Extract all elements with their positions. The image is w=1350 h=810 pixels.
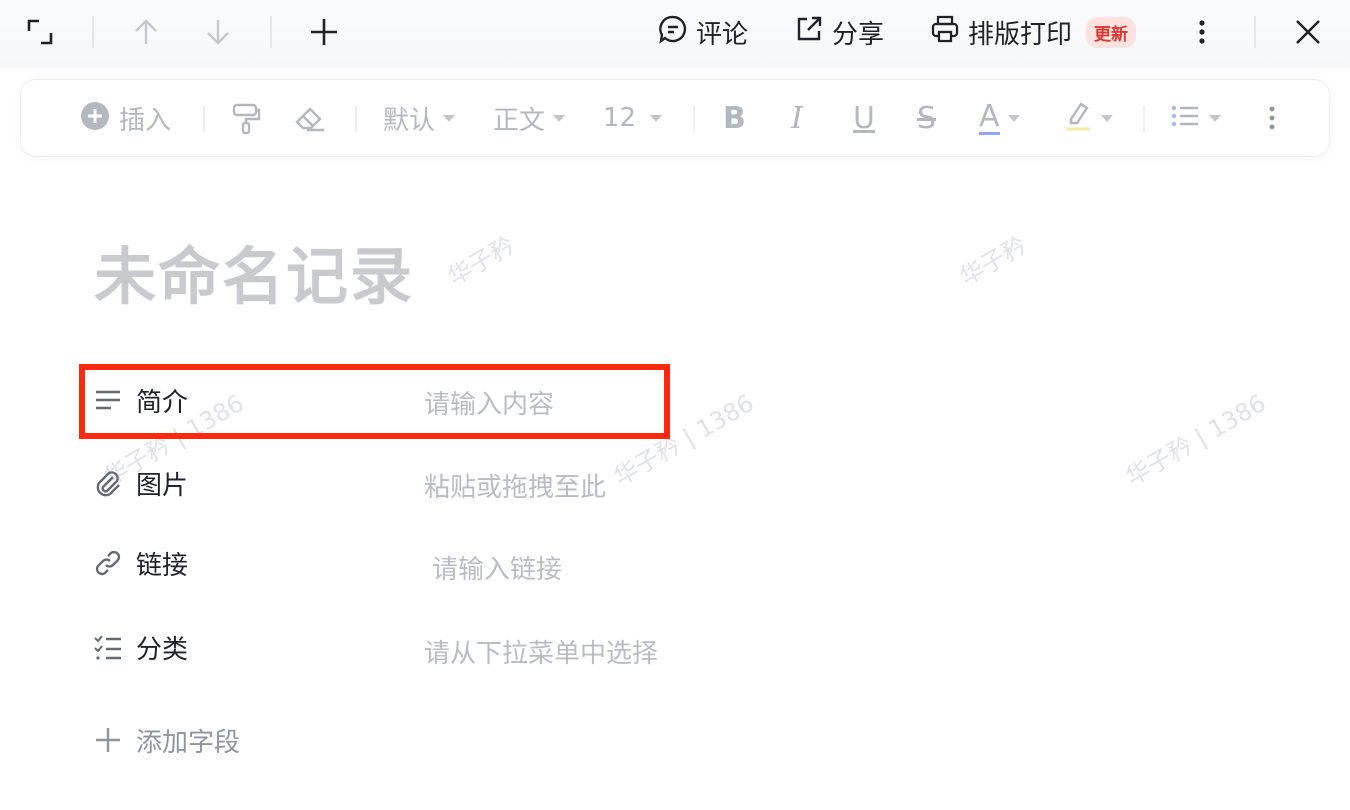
insert-button[interactable]: 插入 — [79, 98, 171, 138]
underline-icon: U — [853, 100, 875, 136]
style-select[interactable]: 默认 — [383, 98, 456, 138]
printer-icon — [930, 14, 960, 51]
image-drop-zone[interactable]: 粘贴或拖拽至此 — [424, 467, 606, 504]
add-field-button[interactable]: 添加字段 — [92, 718, 240, 762]
update-badge: 更新 — [1086, 16, 1137, 48]
strikethrough-icon: S — [917, 100, 937, 136]
eraser-icon[interactable] — [293, 98, 327, 138]
comment-icon — [658, 14, 688, 51]
comment-label: 评论 — [696, 19, 749, 50]
highlighter-icon — [1063, 99, 1093, 137]
watermark: 华子矜 | 1386 — [1121, 388, 1271, 492]
style-value: 默认 — [383, 105, 436, 136]
chevron-down-icon — [650, 114, 663, 122]
link-icon — [92, 547, 124, 579]
format-painter-icon[interactable] — [229, 98, 263, 138]
italic-button[interactable]: I — [791, 98, 803, 138]
field-label: 链接 — [136, 550, 189, 581]
print-layout-button[interactable]: 排版打印 更新 — [930, 14, 1137, 51]
more-options-icon[interactable] — [1257, 98, 1287, 138]
arrow-up-icon[interactable] — [128, 14, 164, 50]
bold-button[interactable]: B — [723, 98, 746, 138]
top-bar: 评论 分享 排版打印 更新 — [0, 0, 1350, 68]
highlight-select[interactable] — [1063, 98, 1113, 138]
field-image[interactable]: 图片 — [92, 461, 188, 505]
plus-circle-icon — [79, 100, 111, 136]
bullet-list-icon — [1169, 100, 1201, 136]
link-input[interactable]: 请输入链接 — [432, 549, 562, 586]
plus-icon — [92, 724, 124, 756]
chevron-down-icon — [1101, 114, 1113, 122]
list-select[interactable] — [1169, 98, 1221, 138]
category-select[interactable]: 请从下拉菜单中选择 — [424, 633, 658, 670]
plus-icon[interactable] — [306, 14, 342, 50]
more-icon[interactable] — [1184, 14, 1220, 50]
print-label: 排版打印 — [968, 19, 1073, 50]
format-toolbar: 插入 默认 正文 12 B I U S A — [20, 79, 1330, 157]
expand-icon[interactable] — [22, 14, 58, 50]
share-label: 分享 — [832, 19, 885, 50]
chevron-down-icon — [443, 114, 456, 122]
paragraph-value: 正文 — [493, 105, 546, 136]
comment-button[interactable]: 评论 — [658, 14, 748, 50]
paperclip-icon — [92, 467, 124, 499]
share-button[interactable]: 分享 — [794, 14, 884, 50]
font-size-value: 12 — [603, 103, 637, 133]
add-field-label: 添加字段 — [136, 727, 241, 758]
underline-button[interactable]: U — [853, 98, 875, 138]
font-color-select[interactable]: A — [979, 98, 1020, 138]
share-icon — [794, 14, 824, 51]
divider — [355, 106, 357, 132]
paragraph-select[interactable]: 正文 — [493, 98, 566, 138]
divider — [1254, 16, 1256, 48]
field-label: 分类 — [136, 634, 189, 665]
font-color-icon: A — [979, 98, 1000, 135]
arrow-down-icon[interactable] — [200, 14, 236, 50]
field-category[interactable]: 分类 — [92, 625, 188, 669]
watermark: 华子矜 — [443, 231, 520, 292]
field-link[interactable]: 链接 — [92, 541, 188, 585]
divider — [270, 16, 272, 48]
divider — [693, 106, 695, 132]
record-title[interactable]: 未命名记录 — [94, 226, 414, 316]
highlight-box — [79, 364, 670, 439]
strikethrough-button[interactable]: S — [917, 98, 936, 138]
chevron-down-icon — [1007, 114, 1020, 122]
divider — [92, 16, 94, 48]
watermark: 华子矜 — [955, 231, 1032, 292]
close-icon[interactable] — [1290, 14, 1326, 50]
font-size-select[interactable]: 12 — [603, 98, 663, 138]
insert-label: 插入 — [119, 105, 172, 136]
field-label: 图片 — [136, 470, 189, 501]
divider — [203, 106, 205, 132]
divider — [1143, 106, 1145, 132]
chevron-down-icon — [553, 114, 566, 122]
bold-icon: B — [723, 100, 746, 136]
italic-icon: I — [791, 100, 803, 136]
chevron-down-icon — [1209, 114, 1221, 122]
checklist-icon — [92, 631, 124, 663]
